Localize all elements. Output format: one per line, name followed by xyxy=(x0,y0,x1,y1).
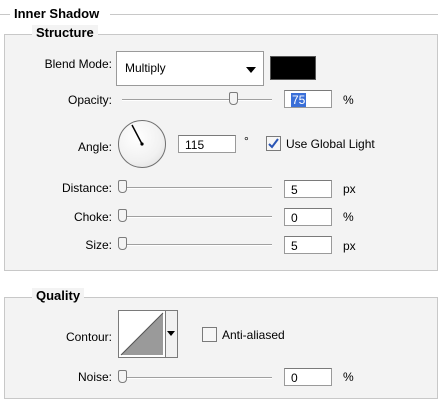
inner-shadow-title: Inner Shadow xyxy=(14,6,100,21)
noise-value: 0 xyxy=(291,371,298,385)
noise-label: Noise: xyxy=(77,370,112,384)
blend-mode-value: Multiply xyxy=(125,61,166,75)
structure-title: Structure xyxy=(32,25,98,40)
choke-slider-track[interactable] xyxy=(122,216,272,218)
opacity-value: 75 xyxy=(291,93,307,107)
choke-input[interactable]: 0 xyxy=(284,208,332,226)
opacity-input[interactable]: 75 xyxy=(284,90,332,108)
size-unit: px xyxy=(343,239,356,253)
shadow-color-swatch[interactable] xyxy=(270,56,316,80)
use-global-light-label: Use Global Light xyxy=(286,137,375,151)
opacity-label: Opacity: xyxy=(67,93,112,107)
opacity-slider-thumb[interactable] xyxy=(229,92,238,105)
size-label: Size: xyxy=(85,238,112,252)
noise-slider-thumb[interactable] xyxy=(118,370,127,383)
distance-unit: px xyxy=(343,182,356,196)
angle-unit: ° xyxy=(244,134,249,148)
anti-aliased-checkbox[interactable] xyxy=(202,327,217,342)
distance-slider-track[interactable] xyxy=(122,187,272,189)
angle-dial[interactable] xyxy=(118,120,166,168)
use-global-light-checkbox[interactable] xyxy=(266,136,281,151)
choke-label: Choke: xyxy=(73,210,112,224)
distance-input[interactable]: 5 xyxy=(284,180,332,198)
chevron-down-icon xyxy=(246,67,256,73)
blend-mode-select[interactable]: Multiply xyxy=(116,51,264,86)
choke-unit: % xyxy=(343,210,354,224)
blend-mode-label: Blend Mode: xyxy=(44,57,112,71)
noise-unit: % xyxy=(343,370,354,384)
contour-label: Contour: xyxy=(65,330,112,344)
size-value: 5 xyxy=(291,239,298,253)
distance-slider-thumb[interactable] xyxy=(118,180,127,193)
group-border-left xyxy=(0,14,10,15)
size-input[interactable]: 5 xyxy=(284,236,332,254)
group-border-right xyxy=(110,14,438,15)
checkmark-icon xyxy=(268,138,279,149)
angle-label: Angle: xyxy=(77,140,112,154)
opacity-slider-track[interactable] xyxy=(122,99,272,101)
choke-value: 0 xyxy=(291,211,298,225)
contour-dropdown-button[interactable] xyxy=(166,310,178,358)
size-slider-thumb[interactable] xyxy=(118,237,127,250)
angle-needle-icon xyxy=(131,124,144,146)
quality-title: Quality xyxy=(32,288,85,303)
angle-value: 115 xyxy=(185,138,205,152)
opacity-unit: % xyxy=(343,93,354,107)
contour-picker[interactable] xyxy=(118,310,166,358)
linear-contour-icon xyxy=(120,312,164,356)
chevron-down-icon xyxy=(167,331,175,336)
noise-slider-track[interactable] xyxy=(122,377,272,379)
angle-input[interactable]: 115 xyxy=(178,135,236,153)
anti-aliased-label: Anti-aliased xyxy=(222,328,285,342)
distance-label: Distance: xyxy=(61,181,112,195)
noise-input[interactable]: 0 xyxy=(284,368,332,386)
size-slider-track[interactable] xyxy=(122,244,272,246)
choke-slider-thumb[interactable] xyxy=(118,209,127,222)
distance-value: 5 xyxy=(291,183,298,197)
